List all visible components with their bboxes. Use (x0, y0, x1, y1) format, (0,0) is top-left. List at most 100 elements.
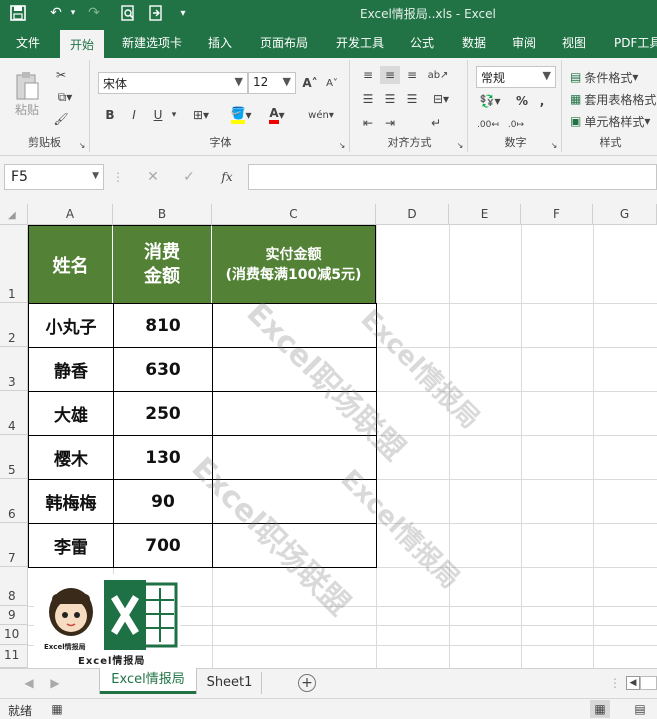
undo-dropdown-icon[interactable]: ▾ (68, 3, 78, 23)
undo-icon[interactable]: ↶ (46, 3, 66, 23)
paste-button[interactable]: 粘贴 (10, 66, 44, 122)
cell-paid[interactable] (212, 523, 377, 568)
column-header-c[interactable]: C (212, 204, 376, 225)
cancel-icon[interactable]: ✕ (144, 168, 162, 186)
insert-function-button[interactable]: fx (216, 168, 238, 186)
row-header-10[interactable]: 10 (0, 625, 28, 645)
row-header-8[interactable]: 8 (0, 567, 28, 606)
row-header-3[interactable]: 3 (0, 347, 28, 391)
font-name-select[interactable]: 宋体 ▼ (98, 72, 248, 94)
align-center-icon[interactable]: ☰ (380, 90, 400, 108)
fill-color-icon[interactable]: 🪣 ▾ (224, 104, 258, 126)
tab-home[interactable]: 开始 (60, 30, 105, 58)
accounting-format-icon[interactable]: 💱▾ (476, 92, 504, 110)
cell-amount[interactable]: 250 (113, 391, 213, 436)
name-box[interactable]: F5 ▼ (4, 164, 104, 190)
cell-paid[interactable] (212, 435, 377, 480)
format-as-table-button[interactable]: ▦ 套用表格格式 (570, 90, 656, 108)
cell-styles-button[interactable]: ▣ 单元格样式 ▾ (570, 112, 656, 130)
cell-amount[interactable]: 130 (113, 435, 213, 480)
select-all-corner[interactable]: ◢ (0, 204, 28, 225)
scroll-left-icon[interactable]: ◀ (626, 676, 640, 690)
header-name[interactable]: 姓名 (28, 225, 113, 303)
orientation-icon[interactable]: ab↗ (426, 66, 450, 84)
prev-sheet-icon[interactable]: ◀ (22, 675, 36, 691)
conditional-formatting-button[interactable]: ▤ 条件格式 ▾ (570, 68, 656, 86)
cut-icon[interactable]: ✂ (52, 66, 70, 84)
cell-amount[interactable]: 630 (113, 347, 213, 392)
tab-insert[interactable]: 插入 (208, 34, 232, 51)
tab-formulas[interactable]: 公式 (410, 34, 434, 51)
formula-input[interactable] (248, 164, 657, 190)
decrease-indent-icon[interactable]: ⇤ (358, 114, 378, 132)
tab-developer[interactable]: 开发工具 (336, 34, 384, 51)
cell-amount[interactable]: 810 (113, 303, 213, 348)
cell-amount[interactable]: 700 (113, 523, 213, 568)
tab-pdf-tools[interactable]: PDF工具 (614, 34, 657, 51)
column-header-g[interactable]: G (593, 204, 657, 225)
clipboard-launcher-icon[interactable]: ↘ (77, 140, 87, 150)
row-header-9[interactable]: 9 (0, 606, 28, 625)
column-header-e[interactable]: E (449, 204, 521, 225)
column-header-b[interactable]: B (113, 204, 212, 225)
add-sheet-icon[interactable]: + (298, 674, 316, 692)
macro-record-icon[interactable]: ▦ (50, 701, 64, 717)
redo-icon[interactable]: ↷ (84, 3, 104, 23)
font-launcher-icon[interactable]: ↘ (337, 140, 347, 150)
cell-paid[interactable] (212, 391, 377, 436)
sheet-tab-active[interactable]: Excel情报局 (100, 668, 196, 694)
row-header-1[interactable]: 1 (0, 225, 28, 303)
save-icon[interactable] (8, 3, 28, 23)
align-top-icon[interactable]: ≡ (358, 66, 378, 84)
number-format-select[interactable]: 常规 ▼ (476, 66, 556, 88)
tab-view[interactable]: 视图 (562, 34, 586, 51)
copy-icon[interactable]: ⧉▾ (52, 88, 78, 106)
borders-icon[interactable]: ⊞▾ (188, 104, 214, 126)
normal-view-icon[interactable]: ▦ (590, 700, 610, 718)
tab-review[interactable]: 审阅 (512, 34, 536, 51)
font-color-icon[interactable]: A ▾ (262, 104, 292, 126)
font-size-select[interactable]: 12 ▼ (248, 72, 296, 94)
horizontal-scrollbar[interactable] (640, 676, 657, 690)
increase-indent-icon[interactable]: ⇥ (380, 114, 400, 132)
customize-qat-icon[interactable]: ▾ (176, 3, 190, 23)
cell-name[interactable]: 大雄 (28, 391, 114, 436)
cell-paid[interactable] (212, 479, 377, 524)
cell-amount[interactable]: 90 (113, 479, 213, 524)
percent-style-button[interactable]: % (514, 92, 530, 110)
underline-button[interactable]: U (148, 104, 168, 126)
cell-paid[interactable] (212, 303, 377, 348)
export-icon[interactable] (146, 3, 166, 23)
align-middle-icon[interactable]: ≡ (380, 66, 400, 84)
next-sheet-icon[interactable]: ▶ (48, 675, 62, 691)
align-right-icon[interactable]: ☰ (402, 90, 422, 108)
phonetic-guide-button[interactable]: wén ▾ (306, 104, 336, 126)
print-preview-icon[interactable] (118, 3, 138, 23)
row-header-11[interactable]: 11 (0, 645, 28, 668)
column-header-d[interactable]: D (376, 204, 449, 225)
cell-paid[interactable] (212, 347, 377, 392)
header-paid[interactable]: 实付金额 (消费每满100减5元) (212, 225, 376, 303)
align-bottom-icon[interactable]: ≡ (402, 66, 422, 84)
bold-button[interactable]: B (100, 104, 120, 126)
column-header-f[interactable]: F (521, 204, 593, 225)
format-painter-icon[interactable]: 🖌 (52, 110, 70, 128)
page-layout-view-icon[interactable]: ▤ (630, 700, 650, 718)
header-amount[interactable]: 消费 金额 (113, 225, 212, 303)
tab-data[interactable]: 数据 (462, 34, 486, 51)
enter-icon[interactable]: ✓ (180, 168, 198, 186)
column-header-a[interactable]: A (28, 204, 113, 225)
row-header-4[interactable]: 4 (0, 391, 28, 435)
align-left-icon[interactable]: ☰ (358, 90, 378, 108)
wrap-text-icon[interactable]: ↵ (426, 114, 446, 132)
cell-name[interactable]: 李雷 (28, 523, 114, 568)
row-header-2[interactable]: 2 (0, 303, 28, 347)
cell-name[interactable]: 小丸子 (28, 303, 114, 348)
tab-page-layout[interactable]: 页面布局 (260, 34, 308, 51)
row-header-7[interactable]: 7 (0, 523, 28, 567)
decrease-decimal-icon[interactable]: .0↦ (504, 116, 528, 134)
shrink-font-button[interactable]: A ˅ (324, 74, 340, 92)
tab-new[interactable]: 新建选项卡 (122, 34, 182, 51)
row-header-6[interactable]: 6 (0, 479, 28, 523)
cell-name[interactable]: 静香 (28, 347, 114, 392)
